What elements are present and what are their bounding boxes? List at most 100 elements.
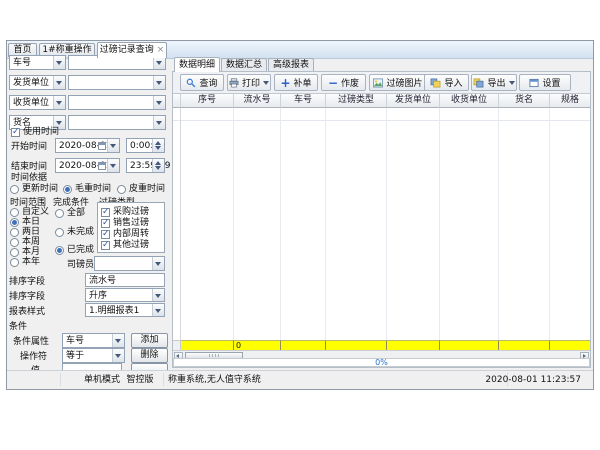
delete-condition-button[interactable]: 删除 (131, 348, 168, 363)
checkbox-type-sale[interactable]: 销售过磅 (101, 218, 149, 228)
radio-basis-gross[interactable]: 毛重时间 (63, 184, 111, 194)
void-button-label: 作废 (341, 76, 359, 89)
start-time-spinner[interactable]: 0:00:00 (126, 138, 165, 153)
chevron-down-icon (112, 334, 124, 347)
radio-range-custom[interactable]: 自定义 (10, 207, 49, 217)
chevron-down-icon (152, 304, 164, 316)
checkbox-icon (101, 230, 110, 239)
supplement-order-label: 补单 (294, 76, 312, 89)
chevron-down-icon (107, 139, 119, 152)
tab-weigh-record-query[interactable]: 过磅记录查询× (97, 42, 167, 58)
radio-basis-gross-label: 毛重时间 (75, 184, 111, 194)
tab-data-summary-label: 数据汇总 (226, 60, 262, 70)
summary-row: 0 (173, 340, 590, 350)
col-header-flow-no[interactable]: 流水号 (234, 94, 281, 108)
tab-weigh-record-query-label: 过磅记录查询 (100, 45, 154, 55)
checkbox-icon (101, 241, 110, 250)
supplement-order-button[interactable]: + 补单 (274, 74, 318, 91)
radio-range-year[interactable]: 本年 (10, 257, 40, 267)
radio-basis-update-label: 更新时间 (22, 184, 58, 194)
end-time-spinner[interactable]: 23:59:59 (126, 158, 165, 173)
field-value-receiver[interactable] (68, 95, 166, 110)
grid-body-columns (173, 108, 590, 340)
radio-range-month[interactable]: 本月 (10, 247, 40, 257)
minus-icon: − (328, 78, 338, 88)
chevron-down-icon (53, 96, 65, 109)
row-indicator-header (173, 94, 181, 108)
print-button[interactable]: 打印 (227, 74, 271, 91)
radio-basis-update[interactable]: 更新时间 (10, 184, 58, 194)
spinner-arrows-icon[interactable] (152, 159, 164, 172)
radio-finish-finished-label: 已完成 (67, 245, 94, 255)
col-header-weigh-type[interactable]: 过磅类型 (326, 94, 387, 108)
field-selector-shipper[interactable]: 发货单位 (9, 75, 66, 90)
query-button[interactable]: 查询 (180, 74, 224, 91)
radio-range-week-label: 本周 (22, 237, 40, 247)
col-header-serial[interactable]: 序号 (181, 94, 234, 108)
close-icon[interactable]: × (157, 45, 165, 55)
use-time-label: 使用时间 (23, 127, 59, 137)
export-icon (473, 78, 484, 88)
checkbox-type-other[interactable]: 其他过磅 (101, 240, 149, 250)
plus-icon: + (280, 78, 290, 88)
radio-icon (10, 185, 19, 194)
tab-data-detail[interactable]: 数据明细 (174, 57, 220, 72)
radio-icon (63, 185, 72, 194)
radio-finish-finished[interactable]: 已完成 (55, 245, 94, 255)
col-header-spec[interactable]: 规格 (550, 94, 590, 108)
end-date-picker[interactable]: 2020-08-01 (55, 158, 120, 173)
weigher-combo[interactable] (94, 256, 165, 271)
field-value-shipper[interactable] (68, 75, 166, 90)
sort-field-input[interactable]: 流水号 (85, 273, 165, 287)
condition-operator-combo[interactable]: 等于 (62, 348, 125, 363)
condition-attr-combo[interactable]: 车号 (62, 333, 125, 348)
checkbox-type-internal[interactable]: 内部周转 (101, 229, 149, 239)
radio-finish-all[interactable]: 全部 (55, 208, 85, 218)
checkbox-icon (101, 219, 110, 228)
col-header-vehicle[interactable]: 车号 (281, 94, 326, 108)
radio-basis-tare[interactable]: 皮重时间 (117, 184, 165, 194)
condition-group-label: 条件 (9, 322, 27, 332)
export-button-label: 导出 (487, 76, 505, 89)
void-button[interactable]: − 作废 (321, 74, 366, 91)
chevron-down-icon (263, 81, 269, 85)
radio-finish-unfinished[interactable]: 未完成 (55, 227, 94, 237)
report-style-label: 报表样式 (9, 307, 45, 317)
calendar-icon (98, 162, 106, 170)
col-header-goods[interactable]: 货名 (499, 94, 550, 108)
tab-advanced-report[interactable]: 高级报表 (268, 58, 314, 71)
radio-icon (10, 238, 19, 247)
tab-data-summary[interactable]: 数据汇总 (221, 58, 267, 71)
weigh-type-listbox: 采购过磅 销售过磅 内部周转 其他过磅 (97, 202, 165, 253)
import-button[interactable]: 导入 (424, 74, 469, 91)
field-selector-vehicle[interactable]: 车号 (9, 55, 66, 70)
radio-icon (10, 228, 19, 237)
radio-finish-unfinished-label: 未完成 (67, 227, 94, 237)
search-icon (186, 78, 196, 88)
grid-header-row: 序号 流水号 车号 过磅类型 发货单位 收货单位 货名 规格 (173, 94, 590, 108)
sort-order-combo[interactable]: 升序 (85, 288, 165, 302)
field-value-goods[interactable] (68, 115, 166, 130)
add-condition-button[interactable]: 添加 (131, 333, 168, 348)
spinner-arrows-icon[interactable] (152, 139, 164, 152)
summary-total-cell: 0 (234, 340, 281, 350)
settings-button[interactable]: 设置 (519, 74, 571, 91)
weigh-photo-button[interactable]: 过磅图片 (369, 74, 427, 91)
col-header-shipper[interactable]: 发货单位 (387, 94, 440, 108)
field-selector-receiver[interactable]: 收货单位 (9, 95, 66, 110)
export-button[interactable]: 导出 (471, 74, 517, 91)
chevron-down-icon (152, 257, 164, 270)
radio-range-two-days[interactable]: 两日 (10, 227, 40, 237)
start-date-picker[interactable]: 2020-08-01 (55, 138, 120, 153)
report-style-combo[interactable]: 1.明细报表1 (85, 303, 165, 317)
radio-icon (10, 218, 19, 227)
condition-operator-label: 操作符 (20, 352, 47, 362)
checkbox-type-purchase[interactable]: 采购过磅 (101, 207, 149, 217)
radio-icon (55, 246, 64, 255)
weigher-label: 司磅员 (67, 260, 94, 270)
use-time-checkbox[interactable]: 使用时间 (11, 127, 59, 137)
printer-icon (229, 78, 239, 88)
radio-range-week[interactable]: 本周 (10, 237, 40, 247)
radio-range-today[interactable]: 本日 (10, 217, 40, 227)
col-header-receiver[interactable]: 收货单位 (440, 94, 499, 108)
